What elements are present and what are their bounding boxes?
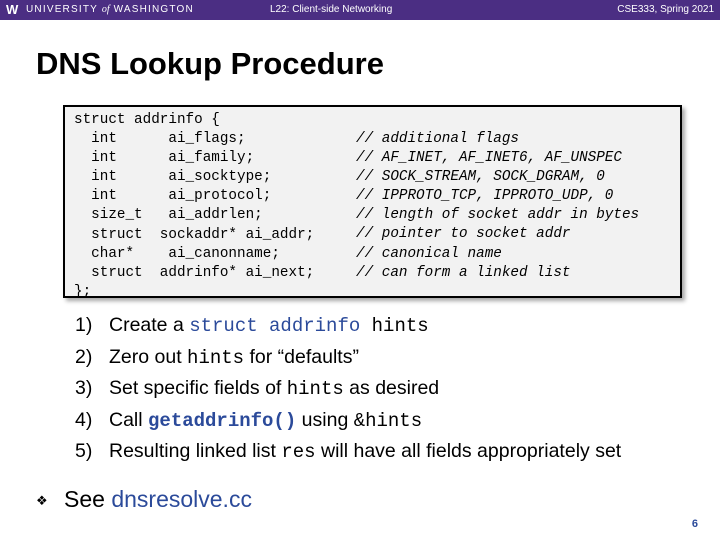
course-name: CSE333, Spring 2021	[617, 4, 714, 15]
step-code: hints	[360, 315, 429, 337]
diamond-bullet-icon: ❖	[36, 492, 48, 508]
step-text: Set specific fields of	[109, 377, 287, 400]
code-block: struct addrinfo { int ai_flags; int ai_f…	[63, 105, 682, 300]
university-name: UNIVERSITY of WASHINGTON	[26, 4, 194, 16]
step-number: 2)	[75, 345, 93, 368]
step-number: 4)	[75, 408, 93, 431]
step-number: 5)	[75, 440, 93, 463]
step-number: 3)	[75, 377, 93, 400]
step-text: Resulting linked list	[109, 440, 282, 463]
step-number: 1)	[75, 314, 93, 336]
step-text: as desired	[343, 377, 440, 400]
step-text: Zero out	[109, 345, 188, 368]
step-text: using	[296, 408, 354, 431]
step-text: will have all fields appropriately set	[315, 440, 622, 463]
step-code: hints	[187, 346, 245, 369]
step-text: for “defaults”	[244, 345, 359, 368]
step-text: Create a	[109, 314, 190, 336]
step-code: &hints	[353, 409, 423, 432]
step-item: 4) Call getaddrinfo() using &hints	[75, 407, 621, 439]
source-file-link[interactable]: dnsresolve.cc	[111, 486, 252, 512]
uw-logo: W	[6, 2, 19, 17]
code-comments: // additional flags // AF_INET, AF_INET6…	[356, 131, 640, 281]
steps-list: 1) Create a struct addrinfo hints 2) Zero …	[75, 312, 621, 470]
step-text: Call	[109, 408, 149, 431]
university-name-post: WASHINGTON	[109, 4, 194, 15]
university-name-of: of	[101, 4, 110, 15]
page-number: 6	[691, 518, 698, 530]
bullet-text: See	[64, 486, 112, 512]
step-item: 1) Create a struct addrinfo hints	[75, 312, 621, 344]
see-also-bullet: ❖ See dnsresolve.cc	[36, 484, 252, 516]
lecture-title: L22: Client-side Networking	[270, 4, 393, 15]
step-code: res	[281, 441, 316, 464]
university-name-pre: UNIVERSITY	[26, 4, 102, 15]
step-item: 3) Set specific fields of hints as desire…	[75, 375, 621, 407]
step-code: getaddrinfo()	[148, 409, 297, 432]
header-bar: W UNIVERSITY of WASHINGTON L22: Client-s…	[0, 0, 720, 20]
step-item: 5) Resulting linked list res will have al…	[75, 438, 621, 470]
step-code: struct addrinfo	[189, 315, 361, 337]
code-struct: struct addrinfo { int ai_flags; int ai_f…	[74, 112, 315, 300]
slide-title: DNS Lookup Procedure	[36, 46, 384, 81]
step-code: hints	[286, 378, 344, 401]
step-item: 2) Zero out hints for “defaults”	[75, 344, 621, 376]
